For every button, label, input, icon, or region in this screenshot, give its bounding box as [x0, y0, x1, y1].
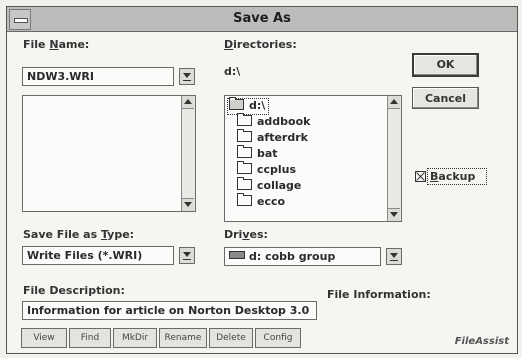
- file-list[interactable]: [22, 95, 196, 212]
- file-name-label: File Name:: [23, 38, 90, 51]
- save-type-select[interactable]: Write Files (*.WRI): [22, 246, 174, 265]
- find-button[interactable]: Find: [69, 328, 111, 348]
- folder-icon: [237, 177, 252, 190]
- drive-icon: [229, 251, 245, 259]
- file-name-input[interactable]: NDW3.WRI: [22, 67, 174, 86]
- directory-item[interactable]: addbook: [229, 113, 310, 130]
- directory-item[interactable]: collage: [229, 177, 310, 194]
- directory-item[interactable]: afterdrk: [229, 129, 310, 146]
- drives-label: Drives:: [224, 228, 268, 241]
- backup-focus: [427, 168, 487, 185]
- rename-button[interactable]: Rename: [159, 328, 207, 348]
- directory-item[interactable]: bat: [229, 145, 310, 162]
- save-as-dialog: Save As File Name: NDW3.WRI Directories:…: [6, 6, 518, 354]
- file-description-label: File Description:: [23, 284, 125, 297]
- directory-item[interactable]: ccplus: [229, 161, 310, 178]
- dialog-title: Save As: [233, 11, 291, 26]
- scroll-down-arrow-icon[interactable]: [388, 208, 400, 221]
- open-folder-icon: [229, 97, 244, 110]
- directory-item[interactable]: d:\: [229, 97, 310, 114]
- mkdir-button[interactable]: MkDir: [113, 328, 157, 348]
- folder-icon: [237, 129, 252, 142]
- drives-select[interactable]: d: cobb group: [224, 247, 381, 266]
- directory-list[interactable]: d:\ addbook afterdrk bat ccplus collage …: [224, 95, 402, 222]
- folder-icon: [237, 193, 252, 206]
- directory-list-scrollbar[interactable]: [387, 96, 401, 221]
- scroll-down-arrow-icon[interactable]: [182, 198, 194, 211]
- current-path: d:\: [224, 65, 241, 78]
- folder-icon: [237, 145, 252, 158]
- ok-button[interactable]: OK: [412, 53, 479, 77]
- file-name-dropdown-button[interactable]: [179, 68, 195, 85]
- title-bar: Save As: [7, 7, 517, 32]
- view-button[interactable]: View: [21, 328, 67, 348]
- file-list-scrollbar[interactable]: [181, 96, 195, 211]
- file-description-input[interactable]: Information for article on Norton Deskto…: [22, 301, 317, 320]
- folder-icon: [237, 113, 252, 126]
- save-type-dropdown-button[interactable]: [179, 247, 195, 264]
- directory-item[interactable]: ecco: [229, 193, 310, 210]
- config-button[interactable]: Config: [255, 328, 301, 348]
- brand-logo-text: FileAssist: [454, 336, 509, 347]
- folder-icon: [237, 161, 252, 174]
- drives-dropdown-button[interactable]: [386, 248, 402, 265]
- cancel-button[interactable]: Cancel: [412, 87, 479, 109]
- backup-checkbox[interactable]: [415, 171, 426, 182]
- scroll-up-arrow-icon[interactable]: [388, 96, 400, 109]
- file-information-label: File Information:: [327, 288, 431, 301]
- directory-items: d:\ addbook afterdrk bat ccplus collage …: [229, 97, 310, 210]
- scroll-up-arrow-icon[interactable]: [182, 96, 194, 109]
- directories-label: Directories:: [224, 38, 297, 51]
- delete-button[interactable]: Delete: [209, 328, 253, 348]
- save-type-label: Save File as Type:: [23, 228, 135, 241]
